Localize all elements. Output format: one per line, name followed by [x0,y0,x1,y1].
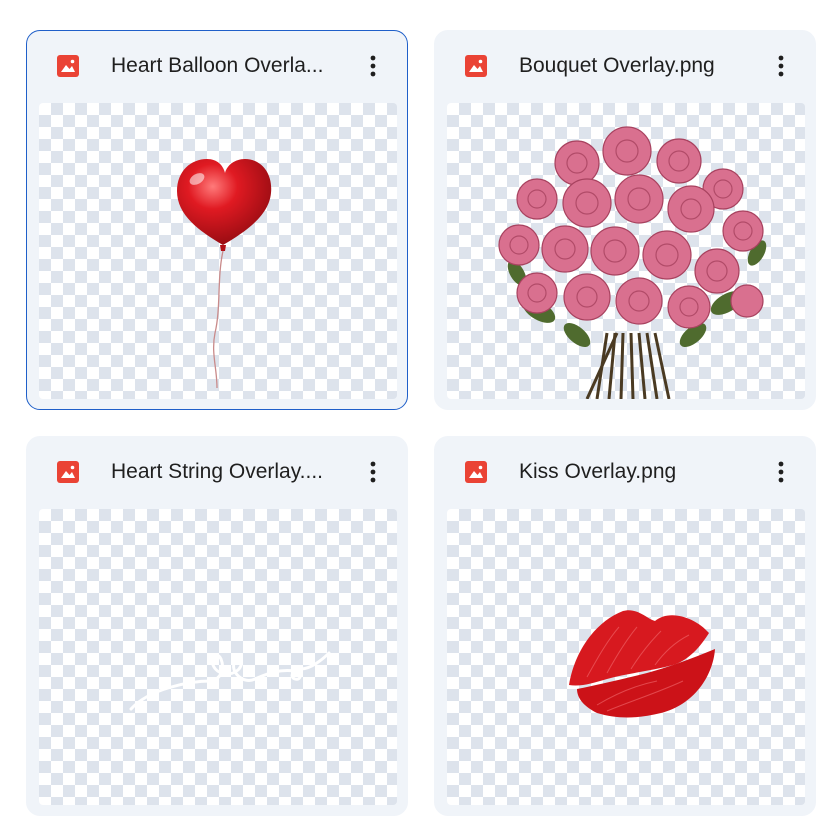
card-header: Heart Balloon Overla... [27,31,407,101]
more-actions-button[interactable] [769,457,793,487]
heart-balloon-image [177,159,272,389]
image-file-icon [57,55,79,77]
more-actions-button[interactable] [361,457,385,487]
more-vert-icon [778,461,784,483]
more-vert-icon [370,461,376,483]
more-actions-button[interactable] [361,51,385,81]
more-actions-button[interactable] [769,51,793,81]
file-card-heart-string[interactable]: Heart String Overlay.... [26,436,408,816]
file-name: Heart Balloon Overla... [111,54,324,77]
file-thumbnail[interactable] [39,103,397,399]
file-name: Kiss Overlay.png [519,460,677,483]
image-file-icon [57,461,79,483]
file-grid: Heart Balloon Overla... Bouquet Overlay.… [0,0,834,838]
file-card-heart-balloon[interactable]: Heart Balloon Overla... [26,30,408,410]
file-thumbnail[interactable] [39,509,397,805]
kiss-lips-image [569,610,715,718]
file-thumbnail[interactable] [447,103,805,399]
file-thumbnail[interactable] [447,509,805,805]
file-name: Bouquet Overlay.png [519,54,715,77]
more-vert-icon [370,55,376,77]
image-file-icon [465,55,487,77]
card-header: Bouquet Overlay.png [435,31,815,101]
image-file-icon [465,461,487,483]
file-card-kiss[interactable]: Kiss Overlay.png [434,436,816,816]
heart-string-image [129,651,331,711]
file-name: Heart String Overlay.... [111,460,324,483]
card-header: Heart String Overlay.... [27,437,407,507]
more-vert-icon [778,55,784,77]
file-card-bouquet[interactable]: Bouquet Overlay.png [434,30,816,410]
card-header: Kiss Overlay.png [435,437,815,507]
rose-bouquet-image [498,126,767,399]
